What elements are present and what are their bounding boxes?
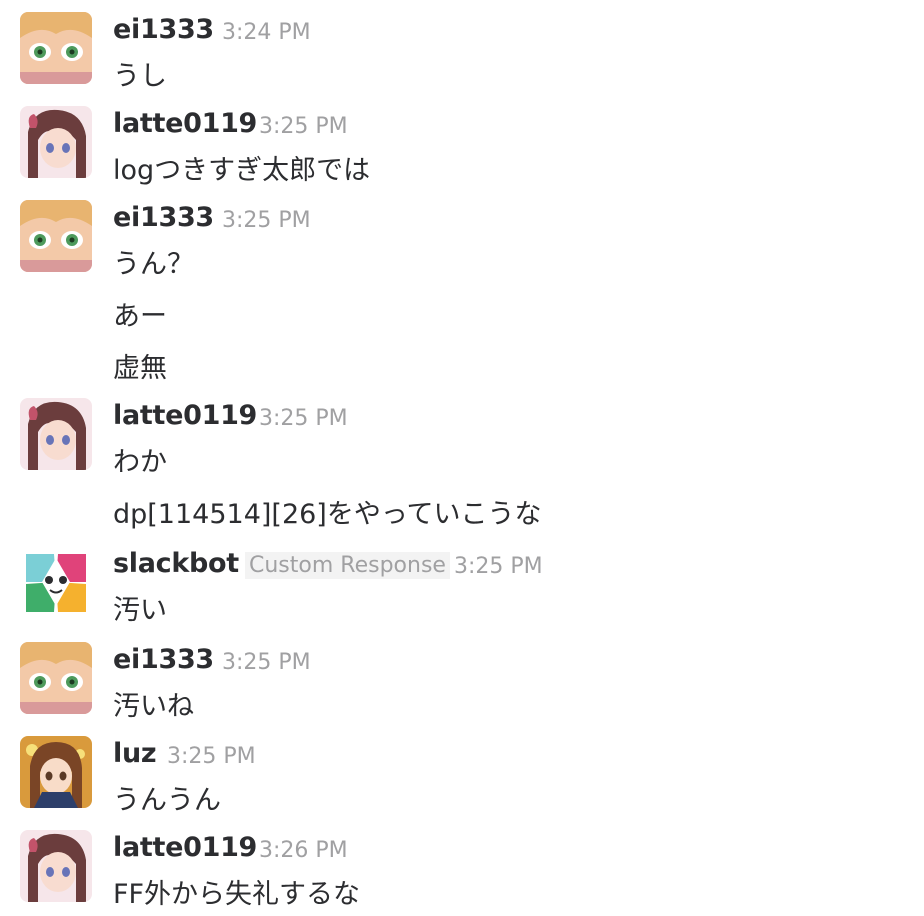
message-text: logつきすぎ太郎では: [113, 155, 371, 186]
message-text: うんうん: [113, 785, 221, 816]
message-text: あー: [113, 301, 167, 332]
custom-response-badge: Custom Response: [245, 552, 450, 579]
ei1333-avatar-icon: [20, 642, 92, 714]
user-avatar[interactable]: [20, 736, 92, 808]
latte0119-avatar-icon: [20, 106, 92, 178]
user-avatar[interactable]: [20, 12, 92, 84]
ei1333-avatar-icon: [20, 200, 92, 272]
timestamp[interactable]: 3:24 PM: [222, 20, 311, 45]
message-text: FF外から失礼するな: [113, 879, 361, 910]
username[interactable]: ei1333: [113, 14, 214, 45]
latte0119-avatar-icon: [20, 830, 92, 902]
message-text: わか: [113, 447, 167, 478]
ei1333-avatar-icon: [20, 12, 92, 84]
luz-avatar-icon: [20, 736, 92, 808]
timestamp[interactable]: 3:26 PM: [259, 838, 348, 863]
user-avatar[interactable]: [20, 398, 92, 470]
message-text: うん？: [113, 249, 194, 280]
timestamp[interactable]: 3:25 PM: [454, 554, 543, 579]
username[interactable]: latte0119: [113, 108, 257, 139]
user-avatar[interactable]: [20, 200, 92, 272]
username[interactable]: slackbot: [113, 548, 239, 579]
user-avatar[interactable]: [20, 642, 92, 714]
user-avatar[interactable]: [20, 546, 92, 618]
username[interactable]: luz: [113, 738, 157, 769]
username[interactable]: latte0119: [113, 400, 257, 431]
message-text: 汚い: [113, 595, 167, 626]
username[interactable]: ei1333: [113, 644, 214, 675]
message-text: 汚いね: [113, 691, 194, 722]
timestamp[interactable]: 3:25 PM: [167, 744, 256, 769]
user-avatar[interactable]: [20, 106, 92, 178]
timestamp[interactable]: 3:25 PM: [259, 114, 348, 139]
username[interactable]: ei1333: [113, 202, 214, 233]
message-text: dp[114514][26]をやっていこうな: [113, 499, 542, 530]
timestamp[interactable]: 3:25 PM: [222, 650, 311, 675]
timestamp[interactable]: 3:25 PM: [259, 406, 348, 431]
user-avatar[interactable]: [20, 830, 92, 902]
message-text: うし: [113, 61, 167, 92]
message-text: 虚無: [113, 353, 167, 384]
timestamp[interactable]: 3:25 PM: [222, 208, 311, 233]
latte0119-avatar-icon: [20, 398, 92, 470]
slackbot-avatar-icon: [20, 546, 92, 618]
username[interactable]: latte0119: [113, 832, 257, 863]
